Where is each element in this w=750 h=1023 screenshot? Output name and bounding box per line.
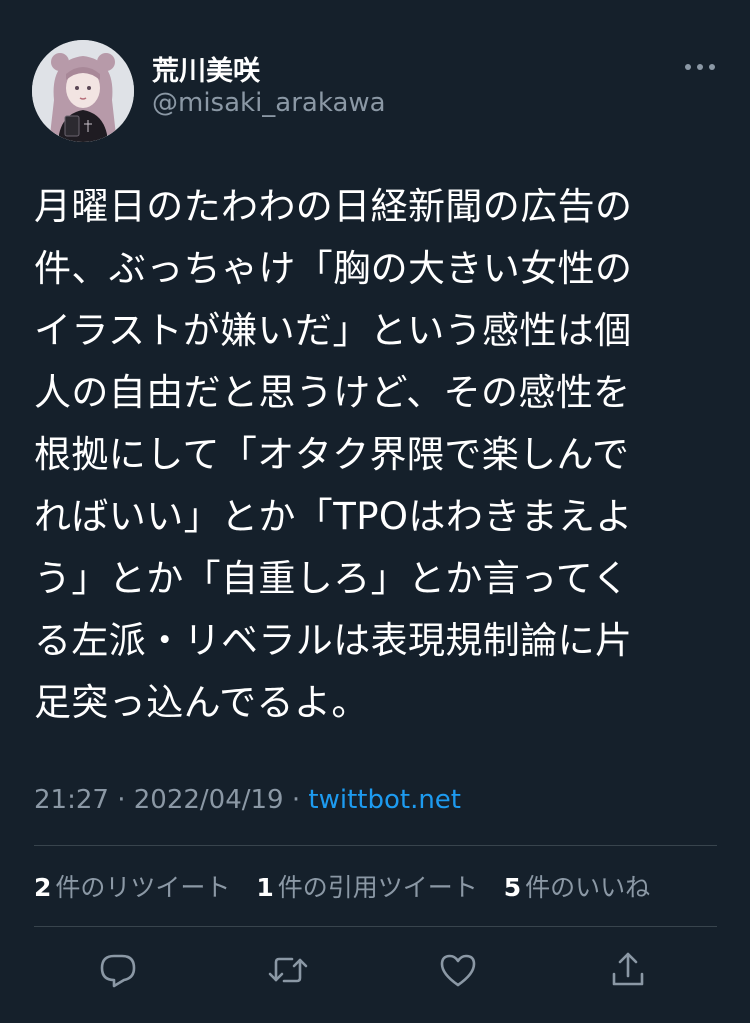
tweet-text-line: る左派・リベラルは表現規制論に片 — [34, 619, 633, 662]
more-options-button[interactable] — [680, 52, 720, 82]
retweets-count: 2 — [34, 873, 52, 902]
quotes-stat[interactable]: 1 件の引用ツイート — [256, 873, 477, 902]
likes-label: 件のいいね — [525, 873, 651, 902]
tweet-detail: 荒川美咲 @misaki_arakawa 月曜日のたわわの日経新聞の広告の 件、… — [0, 0, 750, 1023]
avatar[interactable] — [32, 40, 134, 142]
tweet-text-line: 根拠にして「オタク界隈で楽しんで — [34, 433, 630, 476]
meta-separator: · — [283, 785, 309, 815]
tweet-text-line: 足突っ込んでるよ。 — [34, 681, 369, 724]
tweet-source-link[interactable]: twittbot.net — [308, 785, 461, 815]
divider — [34, 845, 717, 846]
share-icon — [612, 952, 644, 986]
like-button[interactable] — [436, 948, 480, 992]
user-handle[interactable]: @misaki_arakawa — [152, 88, 386, 118]
tweet-meta: 21:27 · 2022/04/19 · twittbot.net — [34, 785, 461, 815]
tweet-text-line: 月曜日のたわわの日経新聞の広告の — [34, 185, 633, 228]
quotes-count: 1 — [256, 873, 274, 902]
reply-icon — [100, 954, 136, 988]
likes-count: 5 — [503, 873, 522, 902]
quotes-label: 件の引用ツイート — [277, 873, 478, 902]
heart-icon — [440, 954, 476, 987]
retweets-stat[interactable]: 2 件のリツイート — [34, 873, 230, 902]
display-name[interactable]: 荒川美咲 — [152, 49, 260, 88]
tweet-text-line: う」とか「自重しろ」とか言ってく — [34, 557, 630, 600]
avatar-illustration-icon — [32, 40, 134, 142]
reply-button[interactable] — [96, 948, 140, 992]
likes-stat[interactable]: 5 件のいいね — [504, 873, 650, 902]
tweet-text-line: 件、ぶっちゃけ「胸の大きい女性の — [34, 247, 633, 290]
share-button[interactable] — [606, 948, 650, 992]
tweet-text-line: イラストが嫌いだ」という感性は個 — [34, 309, 632, 352]
meta-separator: · — [108, 785, 134, 815]
tweet-stats: 2 件のリツイート 1 件の引用ツイート 5 件のいいね — [34, 868, 668, 904]
tweet-text-line: ればいい」とか「TPOはわきまえよ — [34, 495, 633, 538]
retweets-label: 件のリツイート — [55, 873, 231, 902]
more-dots-icon — [685, 64, 715, 70]
tweet-text-line: 人の自由だと思うけど、その感性を — [34, 371, 631, 414]
tweet-time[interactable]: 21:27 — [34, 785, 109, 815]
retweet-button[interactable] — [266, 948, 310, 992]
tweet-text: 月曜日のたわわの日経新聞の広告の 件、ぶっちゃけ「胸の大きい女性の イラストが嫌… — [34, 176, 724, 734]
retweet-icon — [268, 957, 308, 983]
divider — [34, 926, 717, 927]
tweet-date[interactable]: 2022/04/19 — [134, 785, 284, 815]
